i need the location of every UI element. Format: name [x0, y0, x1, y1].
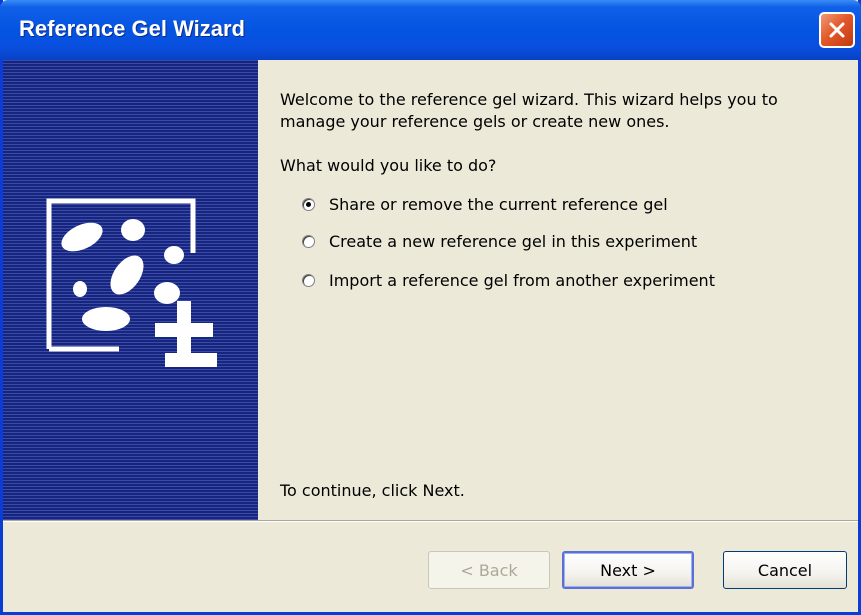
radio-button[interactable]: [302, 274, 315, 287]
option-label: Share or remove the current reference ge…: [329, 195, 668, 214]
option-import[interactable]: Import a reference gel from another expe…: [302, 271, 715, 290]
title-bar[interactable]: Reference Gel Wizard: [0, 0, 861, 60]
wizard-window: Reference Gel Wizard Welcome to the refe…: [0, 0, 861, 615]
wizard-side-panel: [3, 60, 258, 520]
back-button[interactable]: < Back: [428, 551, 550, 589]
next-button[interactable]: Next >: [562, 551, 694, 589]
close-button[interactable]: [819, 12, 855, 48]
footer-separator: [3, 520, 858, 522]
wizard-content: Welcome to the reference gel wizard. Thi…: [258, 60, 861, 520]
reference-gel-icon: [46, 198, 217, 367]
option-label: Create a new reference gel in this exper…: [329, 232, 698, 251]
close-icon: [829, 22, 845, 38]
continue-hint: To continue, click Next.: [280, 481, 465, 500]
cancel-button[interactable]: Cancel: [723, 551, 847, 589]
option-create-new[interactable]: Create a new reference gel in this exper…: [302, 232, 697, 251]
option-label: Import a reference gel from another expe…: [329, 271, 715, 290]
radio-button[interactable]: [302, 235, 315, 248]
question-text: What would you like to do?: [280, 156, 497, 175]
window-title: Reference Gel Wizard: [19, 16, 245, 41]
welcome-text: Welcome to the reference gel wizard. Thi…: [280, 90, 778, 131]
option-share-remove[interactable]: Share or remove the current reference ge…: [302, 195, 668, 214]
radio-button-checked[interactable]: [302, 198, 315, 211]
